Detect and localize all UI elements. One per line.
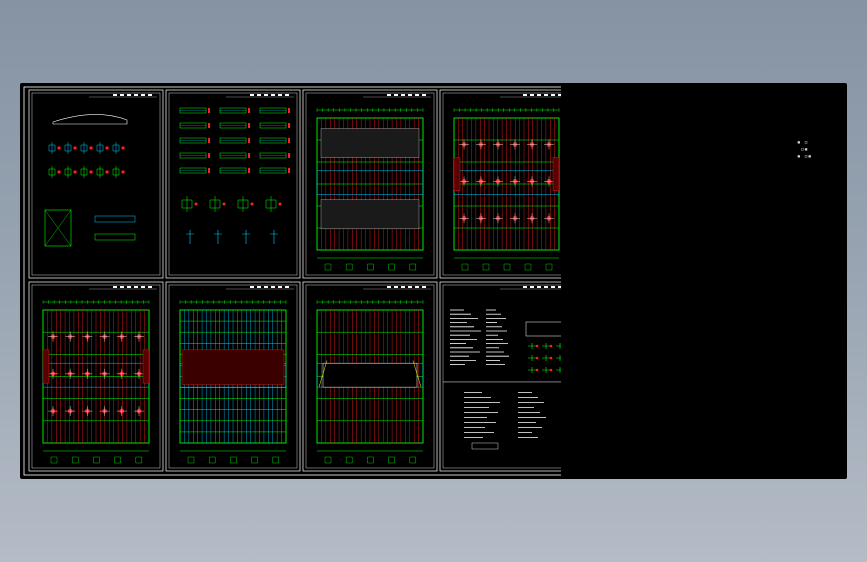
sheet-3[interactable] [302, 89, 438, 279]
sheet-1[interactable] [28, 89, 164, 279]
sheet-7[interactable] [302, 281, 438, 472]
sheet-6[interactable] [165, 281, 301, 472]
sheet-5[interactable] [28, 281, 164, 472]
sheet-8[interactable] [439, 281, 574, 472]
cad-drawing-canvas[interactable] [20, 83, 581, 479]
sheet-2[interactable] [165, 89, 301, 279]
model-space-empty-area[interactable]: ▪ ▫ ▫▪ ▪ ▫▪ [561, 83, 847, 479]
sheet-4[interactable] [439, 89, 574, 279]
stamp-glyph-icon: ▪ ▫ ▫▪ ▪ ▫▪ [797, 139, 812, 160]
drawing-viewport[interactable] [20, 83, 581, 479]
